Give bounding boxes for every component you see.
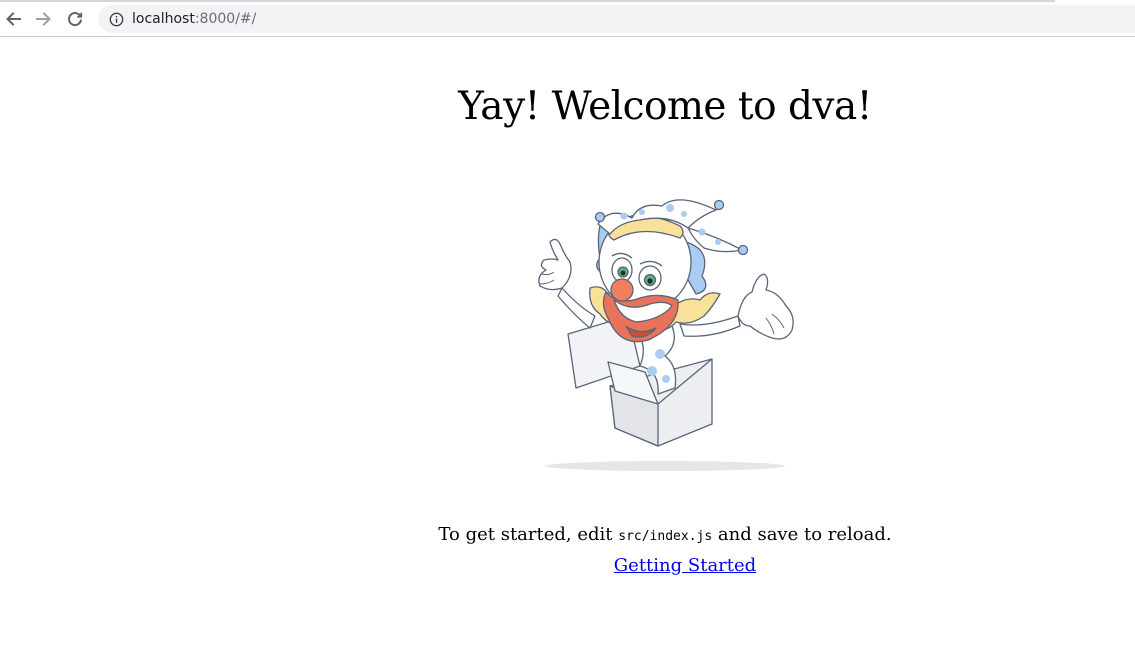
- page-content: Yay! Welcome to dva! To get started, edi…: [0, 38, 1135, 651]
- address-bar[interactable]: localhost:8000/#/: [98, 5, 1135, 33]
- forward-button[interactable]: [33, 8, 55, 30]
- page-title: Yay! Welcome to dva!: [458, 84, 872, 129]
- getting-started-link[interactable]: Getting Started: [570, 555, 800, 576]
- hint-code: src/index.js: [618, 529, 713, 544]
- arrow-left-icon: [6, 12, 21, 26]
- arrow-right-icon: [36, 12, 51, 26]
- url-text[interactable]: localhost:8000/#/: [132, 11, 256, 27]
- clown-in-box-illustration: [538, 199, 794, 447]
- url-path: :8000/#/: [194, 11, 257, 27]
- reload-icon: [68, 12, 83, 26]
- reload-button[interactable]: [64, 8, 86, 30]
- url-host: localhost: [132, 11, 195, 27]
- back-button[interactable]: [2, 8, 24, 30]
- info-icon[interactable]: [108, 11, 124, 27]
- browser-toolbar: localhost:8000/#/: [0, 0, 1135, 37]
- tab-strip-edge: [0, 0, 1055, 2]
- hint-text-after: and save to reload.: [712, 524, 892, 545]
- getting-started-hint: To get started, edit src/index.js and sa…: [230, 524, 1100, 545]
- hint-text-before: To get started, edit: [438, 524, 619, 545]
